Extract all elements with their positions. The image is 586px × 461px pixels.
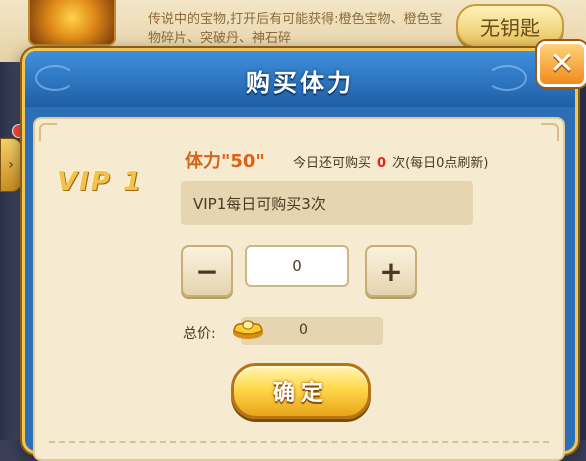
minus-icon: − bbox=[195, 254, 219, 288]
dialog-content-panel: VIP 1 体力"50" 今日还可购买 0 次(每日0点刷新) VIP1每日可购买3… bbox=[33, 117, 565, 461]
panel-corner-ornament bbox=[39, 123, 57, 141]
panel-corner-ornament bbox=[541, 123, 559, 141]
purchase-limit-text: 今日还可购买 0 次(每日0点刷新) bbox=[293, 152, 488, 171]
arrow-right-icon[interactable]: › bbox=[0, 138, 22, 192]
close-icon: ✕ bbox=[549, 46, 575, 81]
dialog-title: 购买体力 bbox=[246, 69, 354, 97]
remaining-count: 0 bbox=[377, 156, 387, 171]
item-description: 传说中的宝物,打开后有可能获得:橙色宝物、橙色宝物碎片、突破丹、神石碎 bbox=[148, 12, 443, 46]
bottom-divider bbox=[49, 441, 549, 443]
limit-prefix: 今日还可购买 bbox=[293, 156, 372, 171]
buy-stamina-dialog: 购买体力 ✕ VIP 1 体力"50" 今日还可购买 0 次(每日0点刷新) VIP… bbox=[22, 41, 586, 461]
limit-suffix: 次(每日0点刷新) bbox=[392, 156, 489, 171]
decrease-button[interactable]: − bbox=[181, 245, 233, 297]
treasure-chest-icon bbox=[28, 0, 116, 46]
close-button[interactable]: ✕ bbox=[537, 41, 586, 87]
vip-level-label: VIP 1 bbox=[57, 167, 143, 197]
plus-icon: + bbox=[379, 254, 403, 288]
total-price-value: 0 bbox=[299, 322, 308, 338]
stamina-amount-title: 体力"50" bbox=[185, 151, 265, 172]
gold-ingot-icon bbox=[233, 320, 263, 339]
confirm-button[interactable]: 确定 bbox=[231, 363, 371, 419]
dialog-header: 购买体力 bbox=[25, 51, 575, 107]
increase-button[interactable]: + bbox=[365, 245, 417, 297]
total-price-label: 总价: bbox=[183, 326, 216, 342]
vip-info-box: VIP1每日可购买3次 bbox=[181, 181, 473, 225]
quantity-input[interactable] bbox=[245, 245, 349, 287]
background-left-edge bbox=[0, 62, 24, 440]
